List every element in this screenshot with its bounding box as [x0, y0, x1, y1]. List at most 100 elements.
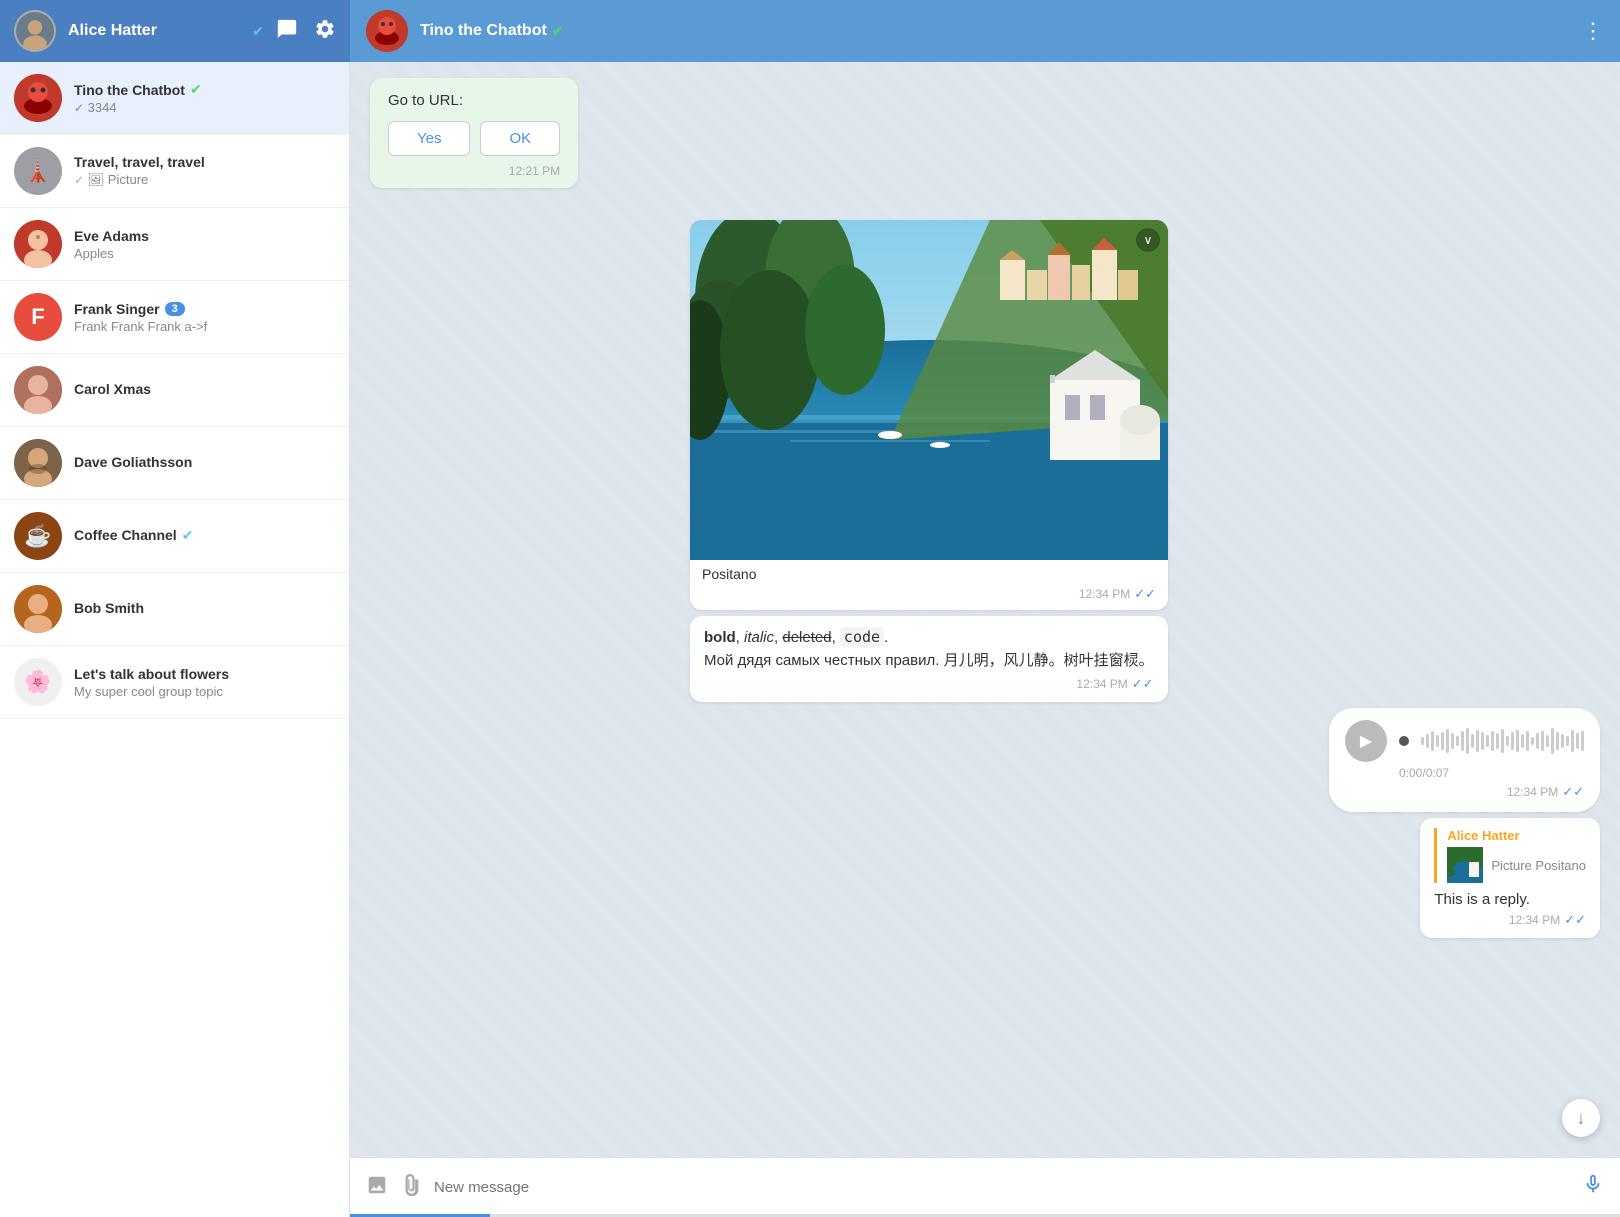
chat-name-frank: Frank Singer [74, 301, 160, 317]
reply-check: ✓✓ [1564, 912, 1586, 928]
sidebar-item-carol[interactable]: Carol Xmas [0, 354, 349, 427]
user-verified-icon: ✔ [252, 23, 264, 40]
waveform-bar [1521, 734, 1524, 748]
waveform-bar [1471, 734, 1474, 748]
spacer1 [370, 194, 1600, 214]
audio-time-row: 12:34 PM ✓✓ [1345, 784, 1584, 800]
waveform-bar [1541, 731, 1544, 751]
reply-preview-text: Picture Positano [1491, 858, 1586, 873]
waveform-bar [1496, 733, 1499, 749]
chat-info-travel: Travel, travel, travel ✓ 🖼 Picture [74, 154, 335, 188]
waveform-bar [1576, 733, 1579, 749]
audio-message: ▶ [1329, 708, 1600, 812]
waveform-bar [1456, 736, 1459, 746]
waveform-bar [1531, 737, 1534, 745]
tino-verified: ✔ [190, 81, 202, 98]
sidebar-item-bob[interactable]: Bob Smith [0, 573, 349, 646]
photo-check: ✓✓ [1134, 586, 1156, 602]
waveform-bar [1551, 728, 1554, 754]
waveform-bar [1536, 733, 1539, 749]
avatar-frank: F [14, 293, 62, 341]
chat-preview-travel: ✓ 🖼 Picture [74, 172, 335, 188]
photo-message: ∨ Positano 12:34 PM ✓✓ [690, 220, 1168, 610]
waveform [1421, 727, 1584, 755]
chat-info-carol: Carol Xmas [74, 381, 335, 399]
text-content: bold, italic, deleted, code. Мой дядя са… [704, 626, 1154, 672]
collapse-button[interactable]: ∨ [1136, 228, 1160, 252]
message-input[interactable] [434, 1179, 1570, 1196]
audio-timer: 0:00/0:07 [1345, 766, 1584, 780]
waveform-bar [1451, 733, 1454, 749]
waveform-bar [1526, 731, 1529, 751]
app-header: Alice Hatter ✔ [0, 0, 1620, 62]
microphone-icon[interactable] [1582, 1173, 1604, 1202]
reply-time: 12:34 PM [1509, 913, 1560, 927]
chat-name-bob: Bob Smith [74, 600, 144, 616]
chatbot-verified-icon: ✔ [552, 23, 564, 40]
reply-thumbnail [1447, 847, 1483, 883]
messages-container: Go to URL: Yes OK 12:21 PM [350, 62, 1620, 1157]
sidebar-item-frank[interactable]: F Frank Singer 3 Frank Frank Frank a->f [0, 281, 349, 354]
avatar-tino [14, 74, 62, 122]
url-dialog-buttons: Yes OK [388, 121, 560, 156]
waveform-bar [1436, 735, 1439, 747]
sidebar-item-dave[interactable]: Dave Goliathsson [0, 427, 349, 500]
waveform-bar [1516, 730, 1519, 752]
chat-info-flowers: Let's talk about flowers My super cool g… [74, 666, 335, 699]
sidebar-item-coffee[interactable]: ☕ Coffee Channel ✔ [0, 500, 349, 573]
reply-message: Alice Hatter Picture Positano [1420, 818, 1600, 938]
sidebar-header: Alice Hatter ✔ [0, 0, 350, 62]
reply-preview: Picture Positano [1447, 847, 1586, 883]
sidebar-item-tino[interactable]: Tino the Chatbot ✔ ✓ 3344 [0, 62, 349, 135]
text-italic: italic [744, 629, 774, 646]
chat-preview-tino: ✓ 3344 [74, 100, 335, 115]
avatar-travel: 🗼 [14, 147, 62, 195]
header-user-name: Alice Hatter [68, 22, 240, 40]
text-deleted: deleted [782, 629, 831, 646]
header-icons[interactable] [276, 18, 336, 45]
file-attach-icon[interactable] [400, 1174, 422, 1202]
waveform-bar [1481, 732, 1484, 750]
chatbot-avatar [366, 10, 408, 52]
chat-header-info: Tino the Chatbot ✔ [420, 22, 1570, 40]
compose-icon[interactable] [276, 18, 298, 45]
chat-info-frank: Frank Singer 3 Frank Frank Frank a->f [74, 301, 335, 334]
text-message: bold, italic, deleted, code. Мой дядя са… [690, 616, 1168, 702]
waveform-bar [1501, 729, 1504, 753]
photo-attach-icon[interactable] [366, 1174, 388, 1202]
user-avatar [14, 10, 56, 52]
chat-info-tino: Tino the Chatbot ✔ ✓ 3344 [74, 81, 335, 115]
audio-inner: ▶ [1345, 720, 1584, 762]
more-options-icon[interactable]: ⋮ [1582, 18, 1604, 44]
waveform-bar [1431, 731, 1434, 751]
sidebar-item-travel[interactable]: 🗼 Travel, travel, travel ✓ 🖼 Picture [0, 135, 349, 208]
scroll-bottom-button[interactable]: ↓ [1562, 1099, 1600, 1137]
avatar-bob [14, 585, 62, 633]
chat-name-eve: Eve Adams [74, 228, 149, 244]
sidebar-item-eve[interactable]: Eve Adams Apples [0, 208, 349, 281]
waveform-bar [1561, 734, 1564, 748]
reply-author: Alice Hatter [1447, 828, 1586, 843]
sidebar-item-flowers[interactable]: 🌸 Let's talk about flowers My super cool… [0, 646, 349, 719]
text-check: ✓✓ [1132, 676, 1154, 692]
waveform-bar [1466, 728, 1469, 754]
text-russian: Мой дядя самых честных правил. 月儿明，风儿静。树… [704, 652, 1154, 669]
chat-info-bob: Bob Smith [74, 600, 335, 618]
check-travel: ✓ [74, 173, 84, 187]
audio-time: 12:34 PM [1507, 785, 1558, 799]
waveform-bar [1476, 730, 1479, 752]
play-button[interactable]: ▶ [1345, 720, 1387, 762]
settings-icon[interactable] [314, 18, 336, 45]
chat-info-coffee: Coffee Channel ✔ [74, 527, 335, 546]
audio-dot [1399, 736, 1409, 746]
badge-frank: 3 [165, 302, 185, 316]
waveform-bar [1511, 732, 1514, 750]
chat-preview-flowers: My super cool group topic [74, 684, 335, 699]
url-ok-button[interactable]: OK [480, 121, 560, 156]
waveform-bar [1556, 732, 1559, 750]
main-content: Tino the Chatbot ✔ ✓ 3344 🗼 Travel, trav… [0, 62, 1620, 1217]
text-code: code [840, 627, 884, 647]
url-yes-button[interactable]: Yes [388, 121, 470, 156]
chat-preview-eve: Apples [74, 246, 335, 261]
check-tino: ✓ [74, 101, 84, 115]
